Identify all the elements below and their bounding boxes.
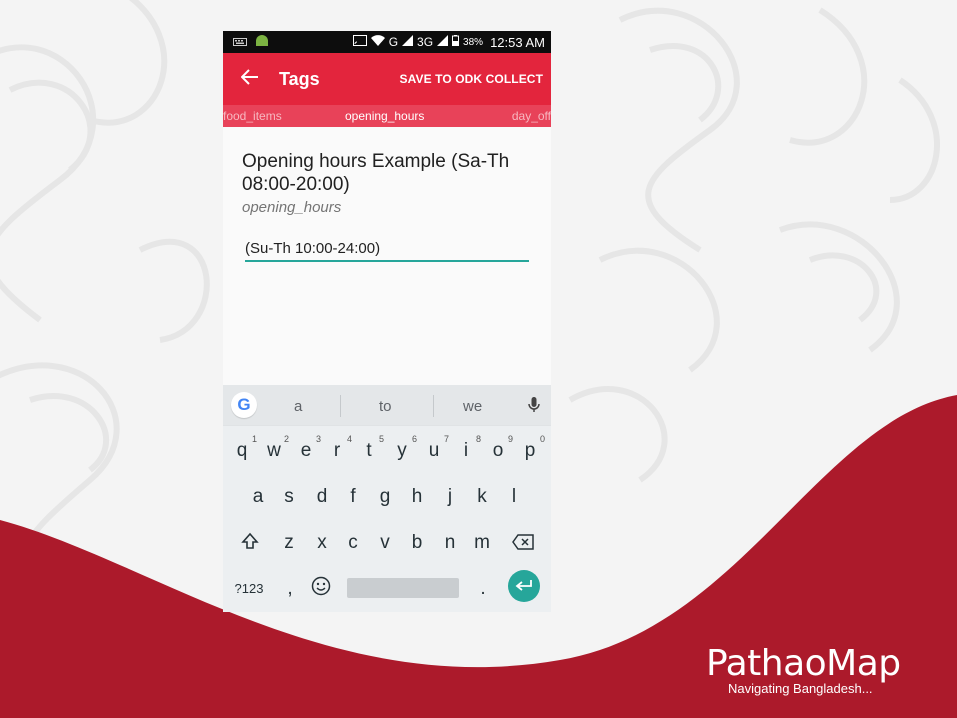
- android-icon: [255, 34, 269, 50]
- tab-opening-hours[interactable]: opening_hours: [345, 109, 424, 123]
- suggestion-divider: [340, 395, 341, 417]
- signal-icon-2: [437, 35, 449, 49]
- google-g-icon[interactable]: G: [231, 392, 257, 418]
- key-s[interactable]: s: [276, 486, 302, 508]
- suggestion-bar: G a to we: [223, 385, 551, 426]
- spacebar[interactable]: [347, 578, 459, 598]
- enter-key[interactable]: [508, 570, 540, 602]
- key-r[interactable]: r4: [324, 434, 352, 462]
- form-content: Opening hours Example (Sa-Th 08:00-20:00…: [223, 127, 551, 262]
- key-z[interactable]: z: [276, 532, 302, 554]
- comma-key[interactable]: ,: [277, 578, 303, 600]
- microphone-icon[interactable]: [528, 396, 540, 419]
- key-row-1: q1 w2 e3 r4 t5 y6 u7 i8 o9 p0: [223, 426, 551, 472]
- key-row-2: a s d f g h j k l: [223, 472, 551, 518]
- clock: 12:53 AM: [490, 34, 545, 50]
- keyboard-notification-icon: [233, 35, 247, 49]
- soft-keyboard: G a to we q1 w2 e3 r4 t5 y6 u7 i8 o9 p0 …: [223, 385, 551, 612]
- key-p[interactable]: p0: [517, 434, 545, 462]
- suggestion-2[interactable]: to: [379, 398, 392, 415]
- key-k[interactable]: k: [469, 486, 495, 508]
- key-q[interactable]: q1: [229, 434, 257, 462]
- symbols-key[interactable]: ?123: [231, 581, 267, 596]
- key-v[interactable]: v: [372, 532, 398, 554]
- app-toolbar: Tags SAVE TO ODK COLLECT: [223, 53, 551, 105]
- field-key: opening_hours: [242, 199, 342, 216]
- pathaomap-logo: PathaoMap Navigating Bangladesh...: [706, 643, 901, 697]
- key-u[interactable]: u7: [421, 434, 449, 462]
- key-b[interactable]: b: [404, 532, 430, 554]
- signal-icon: [402, 35, 414, 49]
- enter-arrow-icon: [515, 580, 532, 591]
- key-g[interactable]: g: [372, 486, 398, 508]
- cast-icon: [352, 35, 367, 49]
- period-key[interactable]: .: [470, 578, 496, 600]
- g-network-label: G: [388, 35, 399, 49]
- tag-tab-strip: food_items opening_hours day_off: [223, 105, 551, 127]
- key-x[interactable]: x: [309, 532, 335, 554]
- emoji-icon[interactable]: [308, 576, 334, 602]
- key-o[interactable]: o9: [485, 434, 513, 462]
- key-t[interactable]: t5: [356, 434, 384, 462]
- tab-food-items[interactable]: food_items: [223, 109, 282, 123]
- field-label: Opening hours Example (Sa-Th 08:00-20:00…: [242, 151, 510, 195]
- status-bar: G 3G 38% 12:53 AM: [223, 31, 551, 53]
- key-m[interactable]: m: [469, 532, 495, 554]
- key-n[interactable]: n: [437, 532, 463, 554]
- network-type: 3G: [417, 35, 434, 49]
- suggestion-divider: [433, 395, 434, 417]
- key-f[interactable]: f: [340, 486, 366, 508]
- battery-icon: [452, 35, 460, 49]
- key-y[interactable]: y6: [389, 434, 417, 462]
- page-title: Tags: [279, 68, 320, 89]
- key-row-3: z x c v b n m: [223, 518, 551, 564]
- shift-icon[interactable]: [237, 532, 263, 556]
- key-w[interactable]: w2: [261, 434, 289, 462]
- logo-name: PathaoMap: [706, 643, 901, 684]
- key-h[interactable]: h: [404, 486, 430, 508]
- key-e[interactable]: e3: [293, 434, 321, 462]
- key-i[interactable]: i8: [453, 434, 481, 462]
- battery-percentage: 38%: [463, 36, 484, 48]
- key-j[interactable]: j: [437, 486, 463, 508]
- key-a[interactable]: a: [245, 486, 271, 508]
- opening-hours-input[interactable]: [245, 238, 529, 262]
- backspace-icon[interactable]: [510, 534, 536, 556]
- key-c[interactable]: c: [340, 532, 366, 554]
- tab-day-off[interactable]: day_off: [512, 109, 551, 123]
- wifi-icon: [370, 35, 385, 49]
- key-row-4: ?123 , .: [223, 564, 551, 610]
- back-arrow-icon[interactable]: [240, 69, 265, 89]
- save-to-odk-collect-button[interactable]: SAVE TO ODK COLLECT: [400, 72, 543, 86]
- key-d[interactable]: d: [309, 486, 335, 508]
- phone-screen: G 3G 38% 12:53 AM Tags SAVE TO ODK COLLE…: [223, 31, 551, 612]
- key-l[interactable]: l: [501, 486, 527, 508]
- suggestion-1[interactable]: a: [294, 398, 302, 415]
- suggestion-3[interactable]: we: [463, 398, 482, 415]
